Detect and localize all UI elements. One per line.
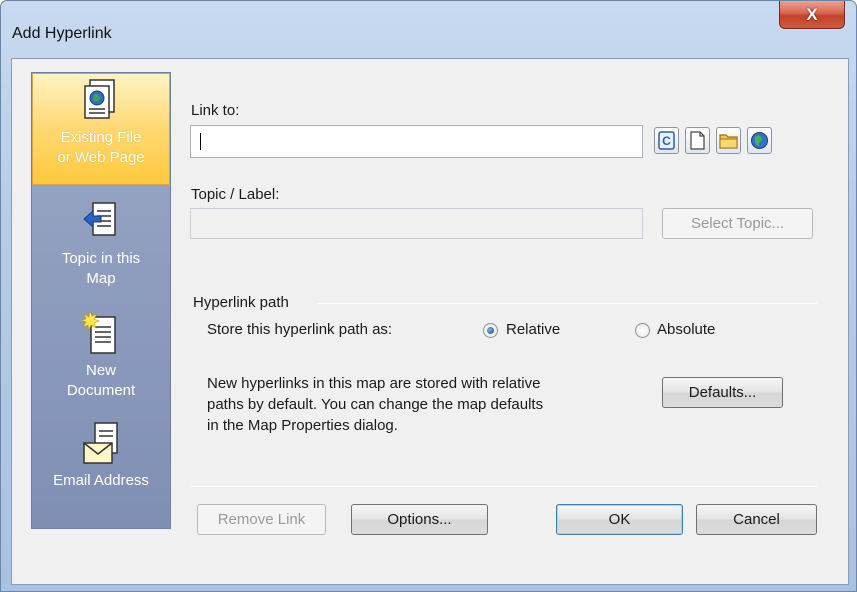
text-caret (200, 133, 201, 150)
absolute-radio-label[interactable]: Absolute (657, 321, 715, 338)
sidebar-item-topic-in-map[interactable]: Topic in this Map (32, 199, 170, 299)
topic-arrow-icon (83, 202, 116, 236)
svg-text:C: C (662, 134, 671, 148)
info-line: New hyperlinks in this map are stored wi… (207, 375, 541, 392)
dialog-window: Add Hyperlink X Existing File or Web Pag… (0, 0, 857, 592)
sidebar-item-new-document[interactable]: New Document (32, 311, 170, 411)
info-line: paths by default. You can change the map… (207, 396, 544, 413)
link-type-sidebar: Existing File or Web Page Topic in this … (31, 72, 171, 529)
store-path-label: Store this hyperlink path as: (207, 321, 393, 338)
sidebar-item-label: Document (66, 382, 136, 399)
footer-divider (191, 486, 817, 487)
new-document-icon (81, 311, 116, 354)
path-info-text: New hyperlinks in this map are stored wi… (207, 373, 543, 436)
browse-web-button[interactable] (747, 127, 772, 154)
info-line: in the Map Properties dialog. (207, 417, 398, 434)
copy-link-button[interactable]: C (654, 127, 679, 154)
sidebar-item-label: Existing File (60, 129, 142, 146)
group-divider (317, 303, 817, 304)
link-to-input[interactable] (190, 125, 643, 158)
close-icon: X (806, 4, 818, 24)
select-topic-button[interactable]: Select Topic... (662, 208, 813, 239)
sidebar-item-email-address[interactable]: Email Address (32, 421, 170, 511)
remove-link-button[interactable]: Remove Link (197, 504, 326, 535)
hyperlink-path-group-label: Hyperlink path (193, 294, 289, 311)
ok-button[interactable]: OK (556, 504, 683, 535)
copy-link-icon: C (658, 131, 675, 150)
options-button[interactable]: Options... (351, 504, 488, 535)
topic-label-label: Topic / Label: (191, 186, 280, 203)
link-to-label: Link to: (191, 102, 240, 119)
sidebar-item-label: New (85, 362, 116, 379)
browse-folder-button[interactable] (716, 127, 741, 154)
envelope-icon (83, 422, 118, 464)
globe-icon (751, 132, 768, 149)
topic-label-input[interactable] (190, 208, 643, 239)
document-globe-icon (84, 79, 115, 119)
sidebar-item-label: Topic in this (61, 250, 141, 267)
sidebar-item-label: Map (86, 270, 116, 287)
relative-radio-label[interactable]: Relative (506, 321, 560, 338)
cancel-button[interactable]: Cancel (696, 504, 817, 535)
close-button[interactable]: X (779, 1, 845, 29)
relative-radio[interactable] (483, 323, 498, 338)
file-icon (690, 131, 705, 150)
defaults-button[interactable]: Defaults... (662, 377, 783, 408)
folder-icon (719, 134, 738, 149)
sidebar-item-label: Email Address (53, 472, 149, 489)
sidebar-item-existing-file[interactable]: Existing File or Web Page (32, 73, 170, 185)
dialog-title: Add Hyperlink (12, 25, 112, 42)
new-file-button[interactable] (685, 127, 710, 154)
dialog-client-area: Existing File or Web Page Topic in this … (11, 58, 849, 585)
sidebar-item-label: or Web Page (57, 149, 145, 166)
absolute-radio[interactable] (635, 323, 650, 338)
